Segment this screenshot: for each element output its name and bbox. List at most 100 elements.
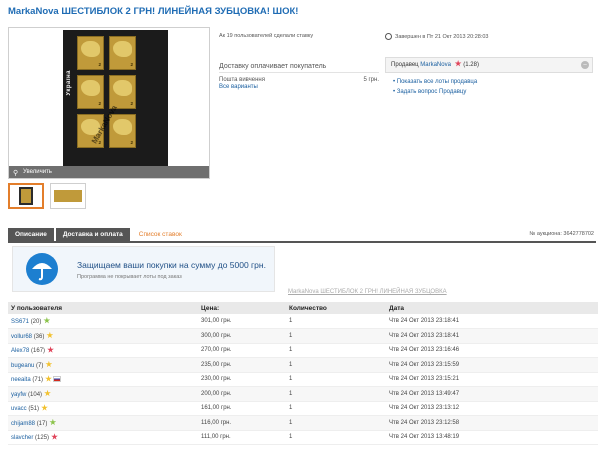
bid-user-feedback: (167)	[31, 348, 46, 355]
zoom-bar[interactable]: ⚲ Увеличить	[9, 166, 209, 178]
bid-date: Чтв 24 Окт 2013 23:18:41	[386, 314, 598, 329]
bid-user-cell: uvacc (51)	[8, 401, 198, 416]
bid-user-link[interactable]: yayfw	[11, 392, 26, 398]
seller-panel: Продавец MarkaNova (1.28) –	[385, 57, 593, 73]
seller-label: Продавец	[391, 62, 419, 68]
bid-date: Чтв 24 Окт 2013 23:12:58	[386, 415, 598, 431]
col-user[interactable]: У пользователя	[8, 302, 198, 314]
bid-price: 230,00 грн.	[198, 372, 286, 387]
star-icon	[46, 331, 54, 339]
bid-date: Чтв 24 Окт 2013 13:49:47	[386, 386, 598, 402]
bid-user-feedback: (36)	[33, 333, 45, 340]
bid-user-link[interactable]: vollur68	[11, 334, 32, 340]
table-row: Alex78 (167) 270,00 грн. 1 Чтв 24 Окт 2013 …	[8, 343, 598, 358]
bid-price: 200,00 грн.	[198, 386, 286, 402]
bid-qty: 1	[286, 314, 386, 329]
bid-price: 270,00 грн.	[198, 343, 286, 358]
bid-user-cell: slavcher (125)	[8, 430, 198, 445]
bid-date: Чтв 24 Окт 2013 23:16:46	[386, 343, 598, 358]
auction-end: Завершен в Пт 21 Окт 2013 20:28:03	[385, 33, 488, 40]
bid-user-feedback: (20)	[30, 319, 42, 325]
bid-price: 161,00 грн.	[198, 401, 286, 416]
thumbnail-1[interactable]	[8, 183, 44, 209]
seller-links: Показать все лоты продавца Задать вопрос…	[393, 77, 477, 97]
table-row: bugeanu (7) 235,00 грн. 1 Чтв 24 Окт 2013 2…	[8, 357, 598, 373]
bid-user-cell: bugeanu (7)	[8, 357, 198, 373]
tab-description[interactable]: Описание	[8, 228, 54, 241]
table-row: vollur68 (36) 300,00 грн. 1 Чтв 24 Окт 2013…	[8, 328, 598, 344]
bid-user-link[interactable]: bugeanu	[11, 363, 34, 369]
buyer-protection-banner[interactable]: Защищаем ваши покупки на сумму до 5000 г…	[12, 246, 275, 292]
bid-user-link[interactable]: SS671	[11, 319, 29, 325]
star-icon	[45, 375, 52, 382]
thumbnail-2[interactable]	[50, 183, 86, 209]
delivery-title: Доставку оплачивает покупатель	[219, 63, 379, 73]
bidders-count[interactable]: Ак 19 пользователей сделали ставку	[219, 33, 379, 39]
lot-number: № аукциона: 3642778702	[529, 231, 594, 237]
bid-qty: 1	[286, 372, 386, 387]
star-icon	[47, 346, 54, 353]
delivery-row: Пошта вивчення 5 грн.	[219, 77, 379, 83]
bids-table: У пользователя Цена: Количество Дата SS6…	[8, 302, 598, 445]
bid-qty: 1	[286, 386, 386, 402]
bid-price: 300,00 грн.	[198, 328, 286, 344]
bid-date: Чтв 24 Окт 2013 23:15:59	[386, 357, 598, 373]
col-price[interactable]: Цена:	[198, 302, 286, 314]
bid-date: Чтв 24 Окт 2013 23:13:12	[386, 401, 598, 416]
bid-user-cell: vollur68 (36)	[8, 328, 198, 344]
page-title: MarkaNova ШЕСТИБЛОК 2 ГРН! ЛИНЕЙНАЯ ЗУБЦ…	[8, 6, 299, 17]
seller-name-link[interactable]: MarkaNova	[420, 62, 451, 68]
ask-seller-link[interactable]: Задать вопрос Продавцу	[397, 89, 467, 95]
bid-price: 116,00 грн.	[198, 415, 286, 431]
seller-rating: (1.28)	[463, 62, 479, 68]
col-qty[interactable]: Количество	[286, 302, 386, 314]
star-icon	[44, 389, 51, 397]
star-icon	[49, 418, 57, 426]
end-text: Завершен в Пт 21 Окт 2013 20:28:03	[395, 33, 489, 40]
table-row: yayfw (104) 200,00 грн. 1 Чтв 24 Окт 2013 1…	[8, 386, 598, 402]
tab-bids[interactable]: Список ставок	[131, 228, 189, 241]
tab-delivery[interactable]: Доставка и оплата	[55, 228, 130, 241]
bid-price: 301,00 грн.	[198, 314, 286, 329]
bid-user-cell: neeaita (71)	[8, 372, 198, 387]
bid-qty: 1	[286, 328, 386, 344]
magnifier-icon: ⚲	[13, 170, 19, 177]
umbrella-icon	[26, 253, 58, 285]
bid-user-cell: chijam88 (17)	[8, 415, 198, 431]
bid-user-feedback: (7)	[36, 362, 44, 369]
all-lots-link[interactable]: Показать все лоты продавца	[397, 79, 477, 85]
bid-user-link[interactable]: Alex78	[11, 348, 29, 354]
bid-user-cell: SS671 (20)	[8, 314, 198, 329]
all-variants-link[interactable]: Все варианты	[219, 84, 258, 90]
bid-date: Чтв 24 Окт 2013 23:18:41	[386, 328, 598, 344]
bid-user-feedback: (17)	[36, 420, 48, 427]
star-icon	[454, 60, 462, 67]
table-row: chijam88 (17) 116,00 грн. 1 Чтв 24 Окт 2013…	[8, 415, 598, 431]
bid-qty: 1	[286, 415, 386, 431]
zoom-label: Увеличить	[23, 169, 52, 175]
bid-user-link[interactable]: slavcher	[11, 435, 33, 441]
bid-user-cell: yayfw (104)	[8, 386, 198, 402]
lot-info: Ак 19 пользователей сделали ставку Доста…	[219, 33, 379, 90]
bid-user-cell: Alex78 (167)	[8, 343, 198, 358]
table-row: slavcher (125) 111,00 грн. 1 Чтв 24 Окт 201…	[8, 430, 598, 445]
lot-caption-link[interactable]: MarkaNova ШЕСТИБЛОК 2 ГРН! ЛИНЕЙНАЯ ЗУБЦ…	[288, 289, 447, 295]
bid-price: 235,00 грн.	[198, 357, 286, 373]
bid-date: Чтв 24 Окт 2013 23:15:21	[386, 372, 598, 387]
star-icon	[41, 404, 48, 411]
bid-user-feedback: (51)	[28, 406, 40, 413]
stamp-sheet-image: 2 2 2 2 2 2 Україна MarkaNova	[63, 30, 168, 167]
collapse-icon[interactable]: –	[581, 61, 589, 69]
main-photo[interactable]: 2 2 2 2 2 2 Україна MarkaNova ⚲ Увеличит…	[8, 27, 210, 179]
star-icon	[45, 360, 53, 368]
bid-user-link[interactable]: uvacc	[11, 406, 27, 412]
star-icon	[43, 317, 51, 324]
clock-icon	[385, 33, 392, 40]
bid-user-link[interactable]: chijam88	[11, 421, 35, 427]
table-row: SS671 (20) 301,00 грн. 1 Чтв 24 Окт 2013 23…	[8, 314, 598, 329]
col-date[interactable]: Дата	[386, 302, 598, 314]
sheet-side-text: Україна	[66, 70, 72, 96]
tab-divider	[8, 241, 596, 243]
bid-user-link[interactable]: neeaita	[11, 377, 31, 383]
tab-bar: Описание Доставка и оплата Список ставок	[8, 228, 191, 241]
